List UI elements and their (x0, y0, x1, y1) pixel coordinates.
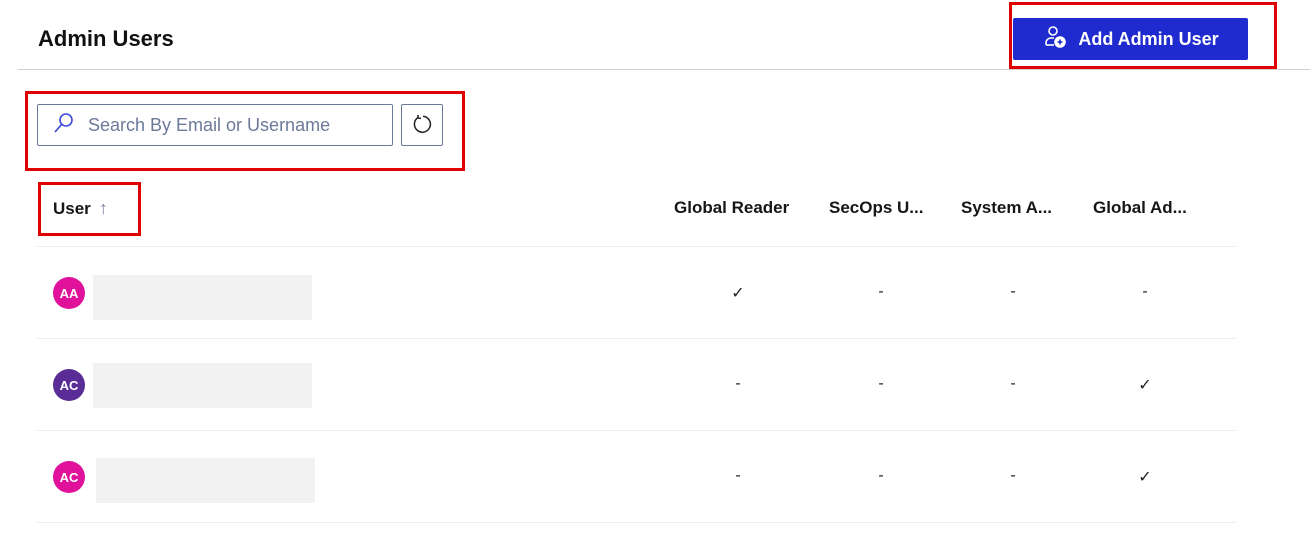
row-divider (37, 522, 1236, 523)
row-divider (37, 430, 1236, 431)
role-cell: - (878, 283, 884, 300)
role-cell: - (878, 375, 884, 392)
search-field[interactable] (37, 104, 393, 146)
column-header-global-reader[interactable]: Global Reader (674, 198, 789, 218)
column-header-global-admin[interactable]: Global Ad... (1093, 198, 1187, 218)
column-header-secops-user[interactable]: SecOps U... (829, 198, 923, 218)
add-admin-user-button[interactable]: Add Admin User (1013, 18, 1248, 60)
user-name (93, 275, 312, 320)
role-cell: - (878, 467, 884, 484)
refresh-icon (410, 112, 434, 139)
role-cell: - (1010, 375, 1016, 392)
add-admin-user-label: Add Admin User (1078, 28, 1219, 49)
role-cell: ✓ (1138, 377, 1152, 394)
page-title: Admin Users (38, 26, 174, 51)
user-name (93, 363, 312, 408)
column-header-user[interactable]: User ↑ (53, 198, 108, 219)
role-cell: - (735, 467, 741, 484)
role-cell: ✓ (731, 285, 745, 302)
role-cell: ✓ (1138, 469, 1152, 486)
role-cell: - (735, 375, 741, 392)
role-cell: - (1010, 283, 1016, 300)
role-cell: - (1142, 283, 1148, 300)
avatar: AA (53, 277, 85, 309)
search-input[interactable] (86, 113, 370, 137)
search-icon (52, 111, 86, 140)
user-add-icon (1042, 24, 1068, 55)
role-cell: - (1010, 467, 1016, 484)
row-divider (37, 338, 1236, 339)
user-name (96, 458, 315, 503)
refresh-button[interactable] (401, 104, 443, 146)
column-header-system-admin[interactable]: System A... (961, 198, 1052, 218)
avatar: AC (53, 369, 85, 401)
avatar: AC (53, 461, 85, 493)
header-divider (18, 69, 1310, 70)
arrow-up-icon: ↑ (98, 198, 108, 218)
row-divider (37, 246, 1236, 247)
